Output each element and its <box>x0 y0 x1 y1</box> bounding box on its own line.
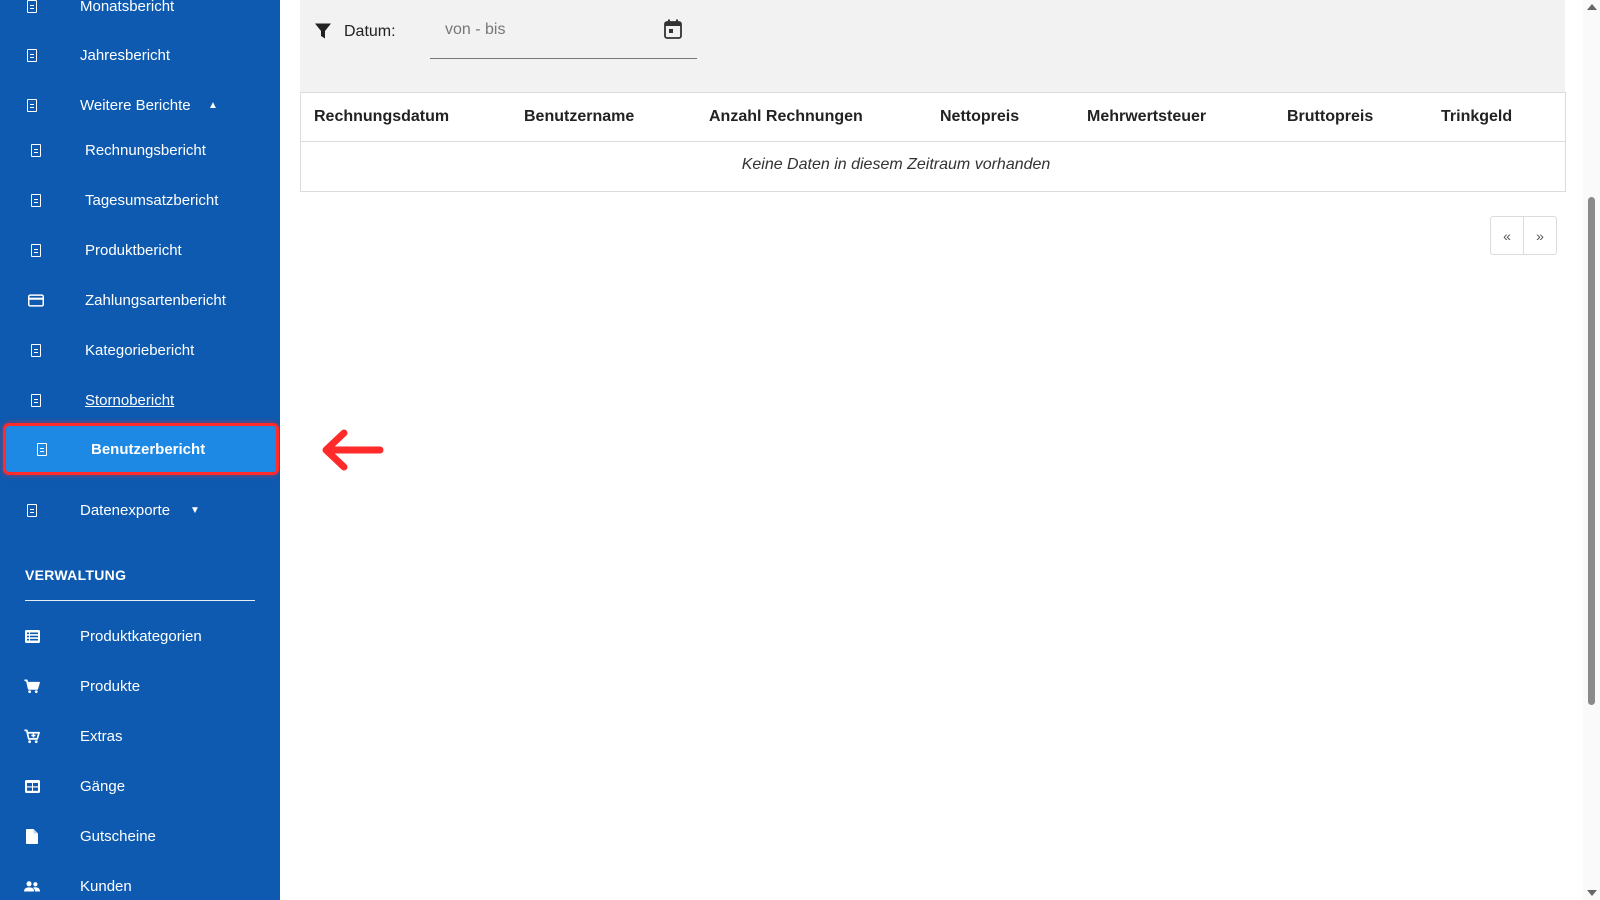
table-icon <box>24 778 40 794</box>
sidebar-item-produkte[interactable]: Produkte <box>0 666 280 706</box>
date-range-input[interactable] <box>430 12 667 48</box>
document-icon <box>28 342 44 358</box>
sidebar-item-rechnungsbericht[interactable]: Rechnungsbericht <box>0 130 280 170</box>
scroll-down-icon[interactable] <box>1587 890 1597 896</box>
file-icon <box>24 828 40 844</box>
credit-card-icon <box>28 292 44 308</box>
sidebar-item-label: Kategoriebericht <box>85 341 195 359</box>
table-header-divider <box>301 141 1565 142</box>
sidebar-item-label: Tagesumsatzbericht <box>85 191 219 209</box>
column-header-bruttopreis[interactable]: Bruttopreis <box>1287 108 1373 126</box>
section-title: VERWALTUNG <box>25 567 127 583</box>
sidebar-item-label: Extras <box>80 727 123 745</box>
column-header-benutzername[interactable]: Benutzername <box>524 108 634 126</box>
section-divider <box>25 600 255 601</box>
scroll-up-icon[interactable] <box>1587 4 1597 10</box>
caret-down-icon: ▼ <box>190 504 200 516</box>
sidebar-item-label: Weitere Berichte <box>80 96 191 114</box>
pagination: « » <box>1490 216 1557 255</box>
document-icon <box>24 0 40 14</box>
sidebar-item-gaenge[interactable]: Gänge <box>0 766 280 806</box>
sidebar-item-label: Zahlungsartenbericht <box>85 291 226 309</box>
column-header-rechnungsdatum[interactable]: Rechnungsdatum <box>314 108 449 126</box>
sidebar-item-kunden[interactable]: Kunden <box>0 866 280 900</box>
sidebar-item-label: Produkte <box>80 677 141 695</box>
previous-page-button[interactable]: « <box>1491 217 1523 254</box>
vertical-scrollbar[interactable] <box>1583 0 1600 900</box>
sidebar-item-produktkategorien[interactable]: Produktkategorien <box>0 616 280 656</box>
column-header-nettopreis[interactable]: Nettopreis <box>940 108 1019 126</box>
date-filter-label: Datum: <box>344 23 396 40</box>
sidebar-item-label: Kunden <box>80 877 132 895</box>
sidebar-item-extras[interactable]: Extras <box>0 716 280 756</box>
document-outline-icon <box>28 142 44 158</box>
sidebar-item-datenexporte[interactable]: Datenexporte ▼ <box>0 490 280 530</box>
filter-icon <box>314 22 332 45</box>
sidebar-item-label: Produktbericht <box>85 241 182 259</box>
cart-plus-icon <box>24 728 40 744</box>
sidebar-item-jahresbericht[interactable]: Jahresbericht <box>0 35 280 75</box>
sidebar-item-label: Rechnungsbericht <box>85 141 206 159</box>
sidebar-item-tagesumsatzbericht[interactable]: Tagesumsatzbericht <box>0 180 280 220</box>
empty-table-message: Keine Daten in diesem Zeitraum vorhanden <box>741 156 1051 173</box>
sidebar-item-produktbericht[interactable]: Produktbericht <box>0 230 280 270</box>
sidebar-item-label: Monatsbericht <box>80 0 175 15</box>
sidebar-item-gutscheine[interactable]: Gutscheine <box>0 816 280 856</box>
sidebar-item-label: Gänge <box>80 777 126 795</box>
column-header-anzahl-rechnungen[interactable]: Anzahl Rechnungen <box>709 108 863 126</box>
date-range-field[interactable] <box>430 0 697 59</box>
next-page-button[interactable]: » <box>1523 217 1556 254</box>
column-header-mehrwertsteuer[interactable]: Mehrwertsteuer <box>1087 108 1206 126</box>
scrollbar-thumb[interactable] <box>1588 197 1595 705</box>
sidebar-item-label: Stornobericht <box>85 391 175 409</box>
sidebar-item-label: Gutscheine <box>80 827 156 845</box>
sidebar-item-weitere-berichte[interactable]: Weitere Berichte ▲ <box>0 85 280 125</box>
sidebar-item-kategoriebericht[interactable]: Kategoriebericht <box>0 330 280 370</box>
list-icon <box>24 628 40 644</box>
document-icon <box>28 192 44 208</box>
document-icon <box>28 242 44 258</box>
users-icon <box>24 878 40 894</box>
sidebar-item-label: Jahresbericht <box>80 46 171 64</box>
sidebar-item-label: Produktkategorien <box>80 627 202 645</box>
arrow-left-icon <box>320 428 384 477</box>
report-table: Rechnungsdatum Benutzername Anzahl Rechn… <box>300 92 1566 192</box>
column-header-trinkgeld[interactable]: Trinkgeld <box>1441 108 1512 126</box>
sidebar-item-benutzerbericht[interactable]: Benutzerbericht <box>3 423 279 475</box>
sidebar-item-zahlungsartenbericht[interactable]: Zahlungsartenbericht <box>0 280 280 320</box>
document-icon <box>24 97 40 113</box>
sidebar-item-label: Benutzerbericht <box>91 440 206 458</box>
caret-up-icon: ▲ <box>208 99 218 111</box>
document-icon <box>24 47 40 63</box>
document-icon <box>28 392 44 408</box>
sidebar-item-label: Datenexporte <box>80 501 171 519</box>
sidebar: Monatsbericht Jahresbericht Weitere Beri… <box>0 0 280 900</box>
sidebar-item-stornobericht[interactable]: Stornobericht <box>0 380 280 420</box>
cart-icon <box>24 678 40 694</box>
calendar-icon[interactable] <box>664 19 682 44</box>
document-icon <box>24 502 40 518</box>
sidebar-item-monatsbericht[interactable]: Monatsbericht <box>0 0 280 26</box>
document-icon <box>34 441 50 457</box>
